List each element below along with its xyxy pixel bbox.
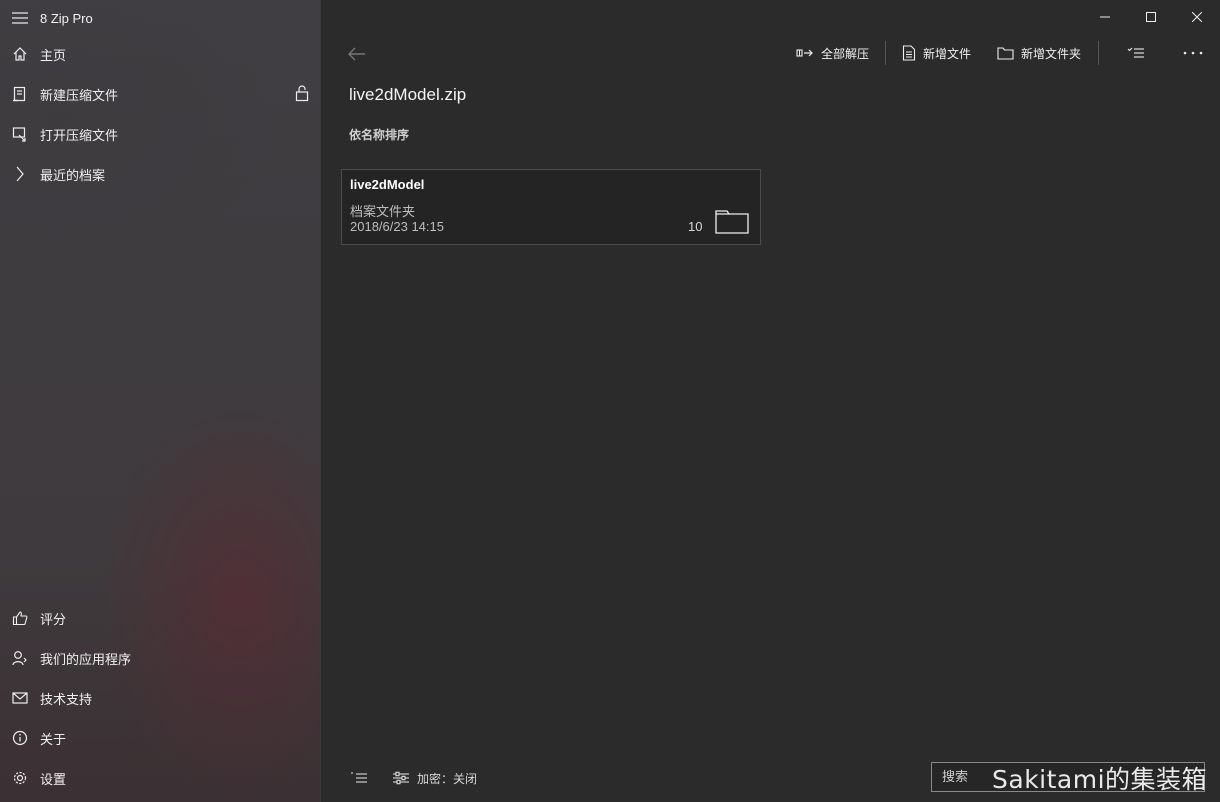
item-name: live2dModel: [350, 177, 425, 192]
sidebar-item-label: 技术支持: [40, 692, 93, 708]
arrow-left-icon: [348, 47, 365, 61]
sidebar-item-label: 新建压缩文件: [40, 88, 119, 104]
info-icon: [0, 718, 40, 758]
search-input[interactable]: [931, 762, 1205, 792]
sidebar-item-rate[interactable]: 评分: [0, 598, 321, 638]
list-view-button[interactable]: [347, 766, 371, 790]
sidebar-item-label: 关于: [40, 732, 67, 748]
encrypt-toggle[interactable]: 加密：关闭: [393, 766, 477, 790]
sidebar-item-label: 打开压缩文件: [40, 128, 119, 144]
new-archive-icon: [0, 74, 40, 114]
home-icon: [0, 34, 40, 74]
sidebar-item-label: 我们的应用程序: [40, 652, 132, 668]
select-list-button[interactable]: [1127, 40, 1145, 66]
close-icon: [1192, 12, 1202, 22]
list-icon: [351, 772, 367, 783]
hamburger-icon: [12, 12, 28, 24]
gear-icon: [0, 758, 40, 798]
new-file-label: 新增文件: [923, 46, 972, 61]
mail-icon: [0, 678, 40, 718]
new-folder-button[interactable]: 新增文件夹: [997, 40, 1081, 66]
encrypt-label: 加密：关闭: [417, 771, 478, 786]
document-icon: [902, 45, 916, 61]
sidebar-item-about[interactable]: 关于: [0, 718, 321, 758]
maximize-button[interactable]: [1128, 0, 1174, 34]
page-title: live2dModel.zip: [349, 85, 467, 104]
maximize-icon: [1146, 12, 1156, 22]
sidebar-item-label: 最近的档案: [40, 168, 106, 184]
extract-all-label: 全部解压: [821, 46, 870, 61]
checklist-icon: [1127, 47, 1144, 58]
lock-icon: [295, 84, 309, 106]
thumbs-up-icon: [0, 598, 40, 638]
archive-item-card[interactable]: live2dModel 档案文件夹 2018/6/23 14:15 10: [341, 169, 761, 245]
sidebar-item-recent[interactable]: 最近的档案: [0, 154, 321, 194]
more-icon: [1183, 51, 1203, 55]
sidebar-item-home[interactable]: 主页: [0, 34, 321, 74]
minimize-button[interactable]: [1082, 0, 1128, 34]
new-folder-label: 新增文件夹: [1021, 46, 1082, 61]
item-count: 10: [688, 219, 703, 234]
item-date: 2018/6/23 14:15: [350, 219, 444, 234]
sidebar-item-label: 评分: [40, 612, 67, 628]
back-button[interactable]: [343, 40, 371, 68]
sidebar-item-support[interactable]: 技术支持: [0, 678, 321, 718]
close-button[interactable]: [1174, 0, 1220, 34]
toolbar-divider: [1098, 41, 1099, 65]
app-title: 8 Zip Pro: [40, 10, 93, 26]
sidebar-item-label: 主页: [40, 48, 67, 64]
extract-icon: [796, 49, 813, 57]
folder-icon: [715, 208, 749, 238]
sidebar-item-open-archive[interactable]: 打开压缩文件: [0, 114, 321, 154]
sort-button[interactable]: 依名称排序: [349, 126, 409, 143]
chevron-right-icon: [0, 154, 40, 194]
new-file-button[interactable]: 新增文件: [902, 40, 971, 66]
sidebar-item-settings[interactable]: 设置: [0, 758, 321, 798]
bottom-bar: 加密：关闭: [321, 762, 1220, 794]
hamburger-menu-button[interactable]: [0, 0, 40, 36]
sidebar-item-new-archive[interactable]: 新建压缩文件: [0, 74, 321, 114]
toolbar-divider: [885, 41, 886, 65]
person-icon: [0, 638, 40, 678]
main-content: 全部解压 新增文件 新增文件夹 live2dModel.zip 依名称排序 li…: [321, 0, 1220, 802]
sidebar-item-our-apps[interactable]: 我们的应用程序: [0, 638, 321, 678]
more-options-button[interactable]: [1183, 40, 1203, 66]
extract-all-button[interactable]: 全部解压: [796, 40, 869, 66]
sidebar-item-label: 设置: [40, 772, 67, 788]
item-type: 档案文件夹: [350, 205, 416, 220]
sidebar: 8 Zip Pro 主页 新建压缩文件 打开压缩文件 最近的档案 评分 我们的应…: [0, 0, 321, 802]
folder-icon: [997, 47, 1014, 60]
app-header: 8 Zip Pro: [0, 0, 321, 36]
sliders-icon: [393, 771, 409, 785]
minimize-icon: [1100, 16, 1110, 18]
open-archive-icon: [0, 114, 40, 154]
